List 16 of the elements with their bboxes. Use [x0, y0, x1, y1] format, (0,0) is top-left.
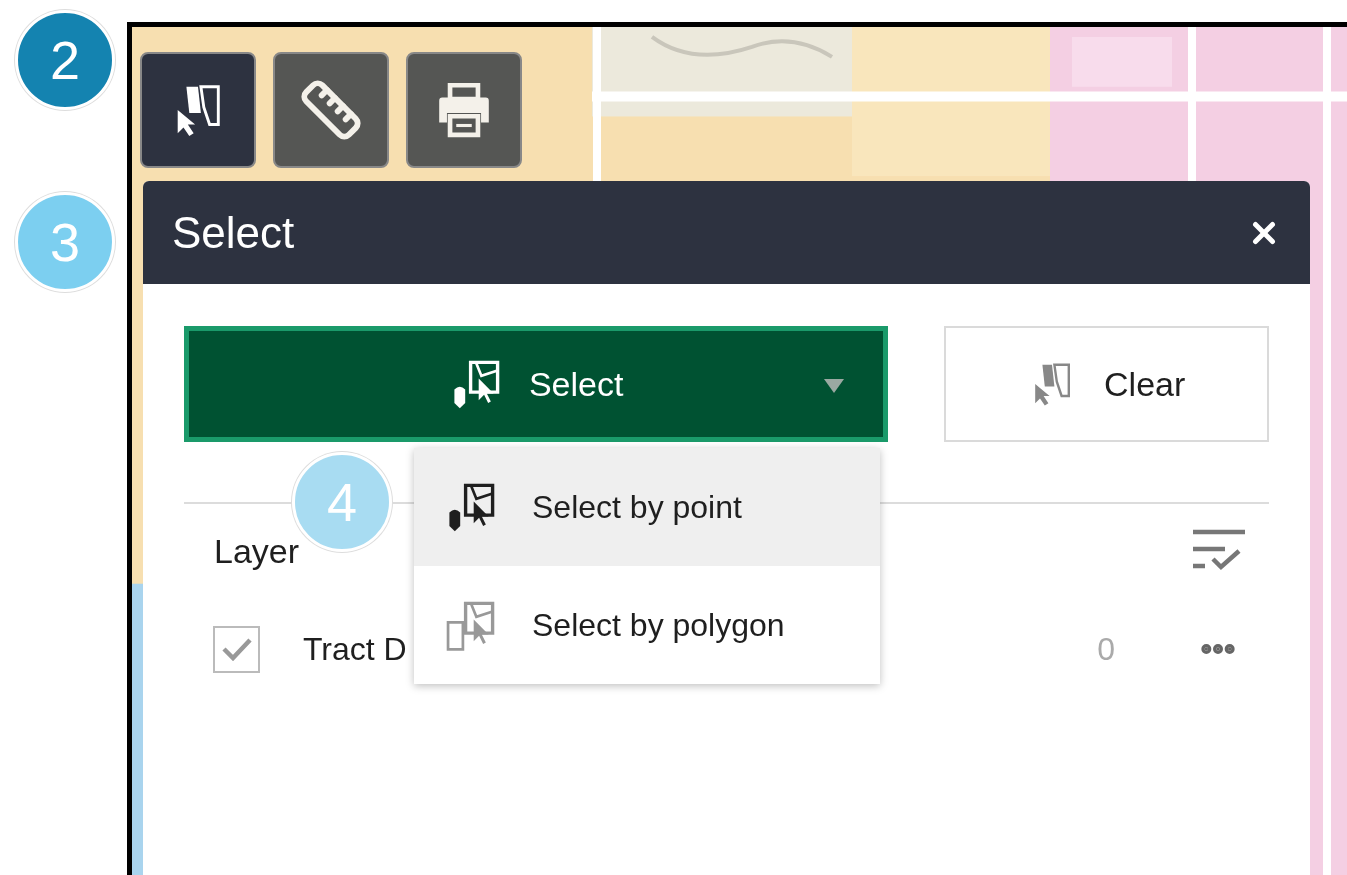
clear-button[interactable]: Clear: [944, 326, 1269, 442]
selection-count: 0: [1097, 630, 1115, 669]
select-dropdown-button[interactable]: Select: [184, 326, 889, 442]
layer-checkbox[interactable]: [213, 625, 260, 673]
step-marker: 3: [15, 192, 115, 292]
toolbar-button[interactable]: [140, 52, 256, 168]
caret-icon: [823, 379, 846, 393]
layer-name: Tract D: [303, 630, 407, 669]
toolbar-button[interactable]: [406, 52, 522, 168]
step-marker: 2: [15, 10, 115, 110]
ruler-icon: [299, 78, 363, 142]
menu-item[interactable]: Select by point: [414, 448, 880, 566]
check-icon: [221, 637, 252, 661]
menu-item[interactable]: Select by polygon: [414, 566, 880, 684]
panel-title: Select: [172, 206, 295, 259]
toolbar-button[interactable]: [273, 52, 389, 168]
